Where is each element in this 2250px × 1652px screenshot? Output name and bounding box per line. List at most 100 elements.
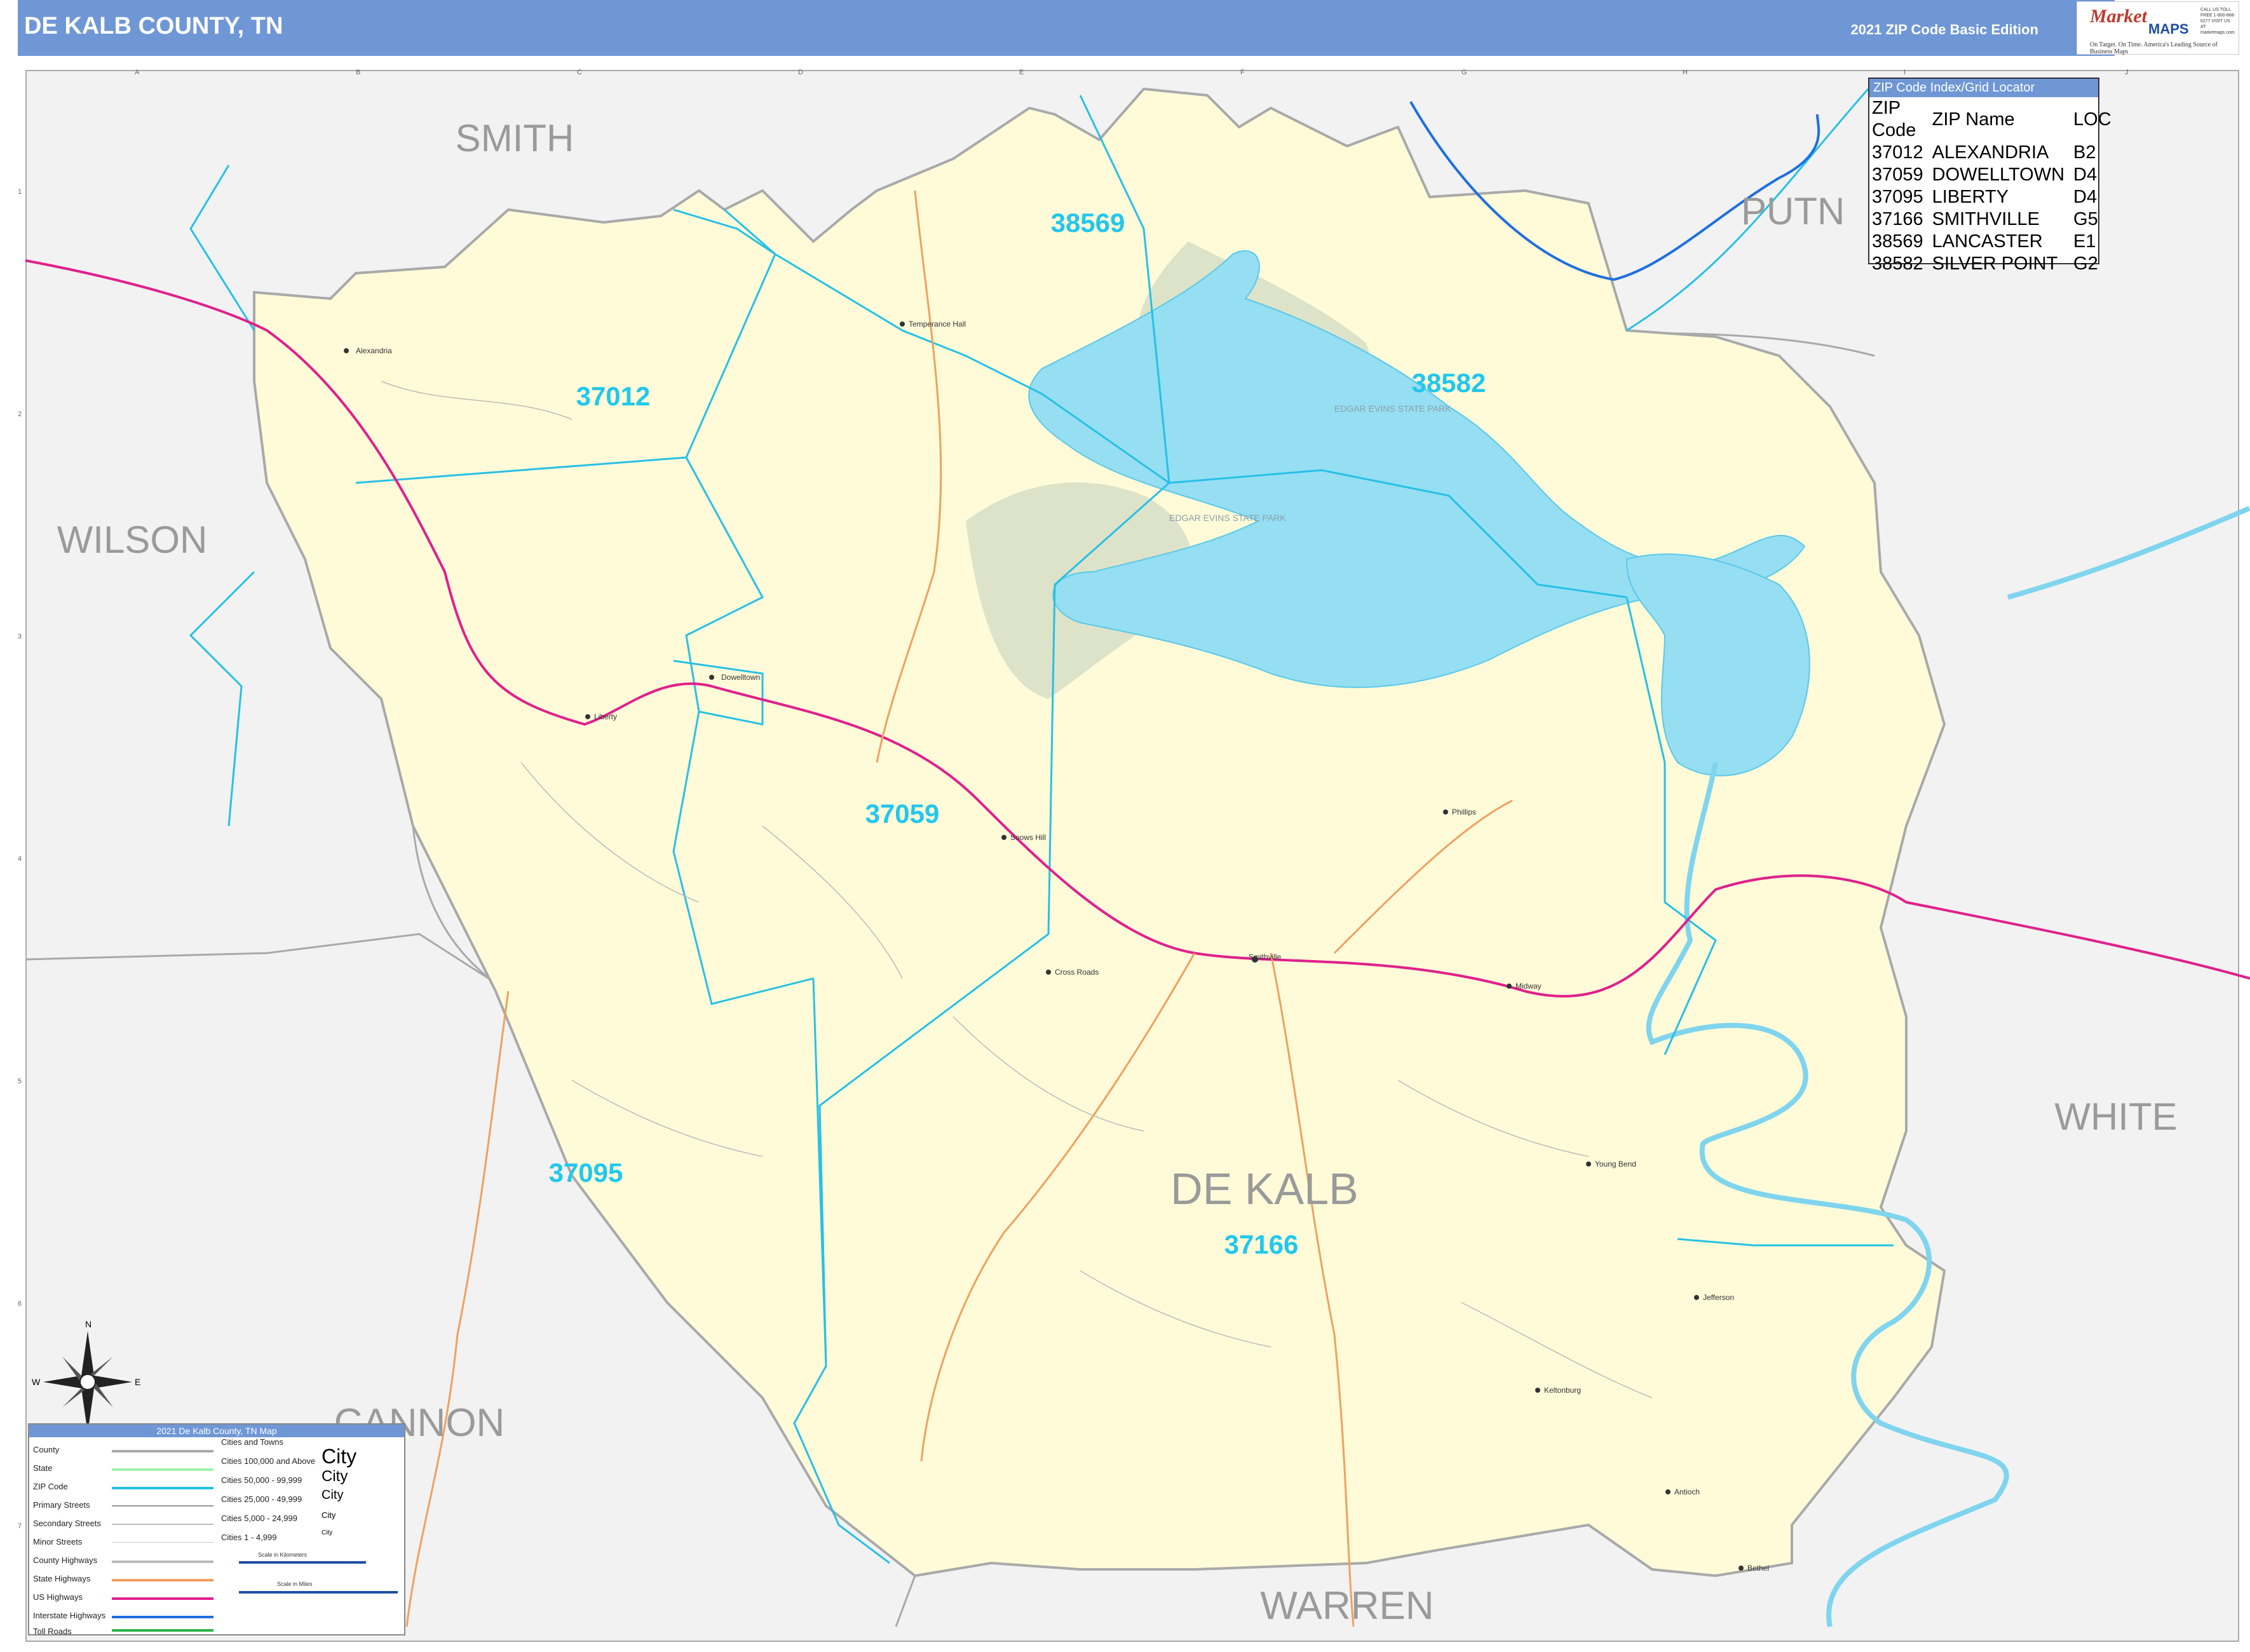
zip-index-row[interactable]: 37012 ALEXANDRIA B2 <box>1872 142 2120 164</box>
zip-index-loc: G5 <box>2073 209 2098 229</box>
zip-index-name: LIBERTY <box>1932 187 2009 207</box>
legend-scale-mi: Scale in Miles <box>277 1581 313 1587</box>
legend-secondary: Secondary Streets <box>33 1519 101 1528</box>
grid-row-2: 2 <box>18 410 22 418</box>
zip-index-zip: 38569 <box>1872 231 1923 252</box>
legend-swatch-secondary <box>112 1524 213 1525</box>
legend-swatch-state-hwy <box>112 1579 213 1581</box>
legend-city-size-1: Cities 100,000 and Above <box>221 1456 316 1466</box>
legend-city-size-3: Cities 25,000 - 49,999 <box>221 1494 302 1504</box>
county-label-wilson: WILSON <box>57 518 208 561</box>
legend-swatch-county <box>112 1450 213 1452</box>
town-phillips[interactable]: Phillips <box>1452 808 1476 816</box>
compass-w: W <box>32 1377 41 1387</box>
compass-e: E <box>135 1377 140 1387</box>
grid-row-6: 6 <box>18 1300 22 1308</box>
zip-index-row[interactable]: 38582 SILVER POINT G2 <box>1872 253 2120 275</box>
county-label-putnam: PUTN <box>1741 190 1845 233</box>
town-jefferson[interactable]: Jefferson <box>1703 1293 1734 1302</box>
legend-swatch-primary <box>112 1505 213 1506</box>
park-label-north: EDGAR EVINS STATE PARK <box>1334 403 1451 414</box>
zip-index-title: ZIP Code Index/Grid Locator <box>1869 79 2098 97</box>
zip-label-37166: 37166 <box>1224 1229 1299 1259</box>
legend-swatch-state <box>112 1468 213 1471</box>
legend-swatch-toll <box>112 1629 213 1632</box>
town-midway[interactable]: Midway <box>1515 982 1542 991</box>
legend-city-sample-5: City <box>322 1529 333 1536</box>
town-alexandria[interactable]: Alexandria <box>356 346 392 355</box>
town-dowelltown[interactable]: Dowelltown <box>721 673 760 682</box>
zip-index-col-name: ZIP Name <box>1932 109 2015 130</box>
zip-label-37059: 37059 <box>865 799 940 829</box>
town-smithville[interactable]: Smithville <box>1249 952 1282 961</box>
zip-index-col-zip: ZIP Code <box>1872 98 1916 140</box>
zip-index-name: LANCASTER <box>1932 231 2043 252</box>
grid-col-j: J <box>2125 69 2129 76</box>
zip-label-37012: 37012 <box>576 381 651 411</box>
legend-swatch-interstate <box>112 1616 213 1618</box>
legend-scale-mi-bar <box>239 1591 398 1594</box>
legend-city-sample-2: City <box>322 1468 348 1485</box>
grid-col-e: E <box>1019 69 1024 76</box>
town-antioch[interactable]: Antioch <box>1674 1487 1700 1496</box>
legend-scale-km: Scale in Kilometers <box>258 1552 308 1558</box>
town-liberty[interactable]: Liberty <box>594 712 617 721</box>
dekalb-county-shape[interactable] <box>253 87 1946 1578</box>
zip-index-row[interactable]: 37059 DOWELLTOWN D4 <box>1872 164 2120 186</box>
state-highway-cannon <box>405 991 510 1627</box>
zip-index-col-loc: LOC <box>2073 109 2111 130</box>
grid-col-g: G <box>1461 69 1467 76</box>
compass-n: N <box>85 1319 91 1329</box>
zip-index-zip: 37012 <box>1872 142 1923 163</box>
grid-col-d: D <box>798 69 803 76</box>
zip-index-header-row: ZIP Code ZIP Name LOC <box>1872 97 2120 142</box>
grid-row-4: 4 <box>18 855 22 863</box>
zip-index-loc: D4 <box>2073 187 2098 207</box>
zip-label-38569: 38569 <box>1051 208 1125 238</box>
legend-city-sample-4: City <box>322 1510 336 1520</box>
zip-index-row[interactable]: 38569 LANCASTER E1 <box>1872 231 2120 253</box>
zip-index-loc: E1 <box>2073 231 2096 252</box>
park-label-south: EDGAR EVINS STATE PARK <box>1169 513 1286 523</box>
grid-col-f: F <box>1240 69 1245 76</box>
grid-row-3: 3 <box>18 633 22 640</box>
legend-county: County <box>33 1445 60 1454</box>
legend-cities-title: Cities and Towns <box>221 1437 284 1447</box>
town-temperance-hall[interactable]: Temperance Hall <box>909 320 966 328</box>
grid-row-5: 5 <box>18 1078 22 1085</box>
zip-index-zip: 37059 <box>1872 165 1923 185</box>
zip-index-row[interactable]: 37166 SMITHVILLE G5 <box>1872 208 2120 231</box>
legend-county-hwy: County Highways <box>33 1555 98 1565</box>
grid-row-7: 7 <box>18 1522 22 1530</box>
legend-us-hwy: US Highways <box>33 1592 83 1602</box>
grid-row-1: 1 <box>18 188 22 196</box>
grid-col-c: C <box>577 69 582 76</box>
zip-index-loc: B2 <box>2073 142 2096 163</box>
county-label-warren: WARREN <box>1260 1584 1433 1628</box>
town-snows-hill[interactable]: Snows Hill <box>1010 833 1046 842</box>
town-bethel[interactable]: Bethel <box>1747 1564 1769 1573</box>
zip-index-name: ALEXANDRIA <box>1932 142 2049 163</box>
county-label-white: WHITE <box>2054 1095 2177 1138</box>
legend-swatch-county-hwy <box>112 1561 213 1563</box>
legend-city-sample-3: City <box>322 1488 344 1502</box>
legend-scale-km-bar <box>239 1561 366 1564</box>
legend-primary: Primary Streets <box>33 1500 90 1510</box>
zip-label-37095: 37095 <box>549 1158 623 1188</box>
legend-state-hwy: State Highways <box>33 1574 91 1583</box>
zip-index-name: DOWELLTOWN <box>1932 165 2065 185</box>
zip-index-zip: 37166 <box>1872 209 1923 229</box>
zip-label-38582: 38582 <box>1412 368 1486 398</box>
legend-swatch-us-hwy <box>112 1597 213 1600</box>
county-label-dekalb: DE KALB <box>1170 1164 1359 1214</box>
grid-col-i: I <box>1904 69 1906 76</box>
town-keltonburg[interactable]: Keltonburg <box>1544 1386 1581 1395</box>
legend-title: 2021 De Kalb County, TN Map <box>29 1425 404 1437</box>
legend-swatch-minor <box>112 1542 213 1543</box>
zip-index-row[interactable]: 37095 LIBERTY D4 <box>1872 186 2120 208</box>
zip-index-loc: D4 <box>2073 165 2098 185</box>
wilson-cannon-border <box>25 933 509 992</box>
zip-index-name: SILVER POINT <box>1932 254 2058 274</box>
town-young-bend[interactable]: Young Bend <box>1595 1160 1636 1168</box>
town-cross-roads[interactable]: Cross Roads <box>1055 968 1099 977</box>
